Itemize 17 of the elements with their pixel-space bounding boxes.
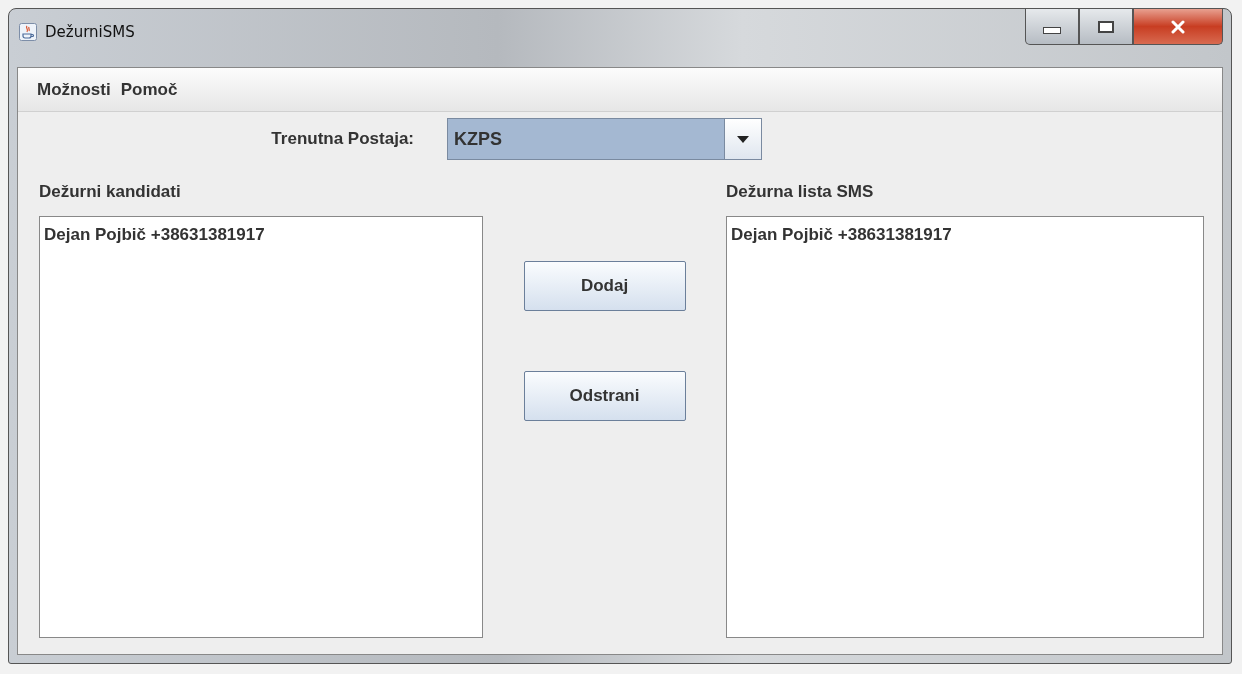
close-icon [1170, 19, 1186, 34]
list-item[interactable]: Dejan Pojbič +38631381917 [44, 225, 265, 245]
java-cup-icon [19, 23, 37, 41]
dropdown-arrow-icon [737, 135, 749, 143]
minimize-button[interactable] [1025, 9, 1079, 45]
menu-item[interactable]: Pomoč [119, 79, 183, 100]
station-dropdown[interactable]: KZPS [447, 118, 762, 160]
window-title: DežurniSMS [45, 23, 135, 41]
action-button[interactable]: Dodaj [523, 261, 686, 311]
list-title: Dežurna lista SMS [726, 182, 875, 203]
list-item[interactable]: Dejan Pojbič +38631381917 [731, 225, 952, 245]
maximize-button[interactable] [1079, 9, 1133, 45]
close-button[interactable] [1133, 9, 1223, 45]
menu-item[interactable]: Možnosti [36, 79, 116, 100]
station-label: Trenutna Postaja: [270, 129, 414, 149]
action-button[interactable]: Odstrani [523, 371, 686, 421]
list-title: Dežurni kandidati [39, 182, 182, 203]
